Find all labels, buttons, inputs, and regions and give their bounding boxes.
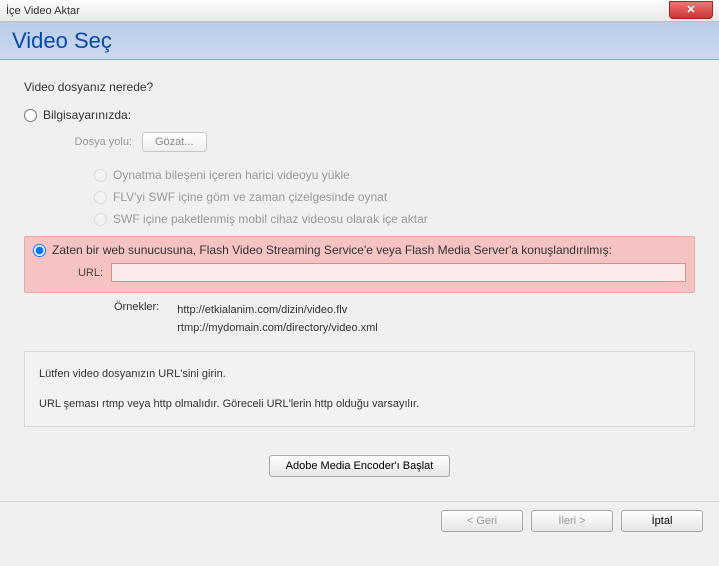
radio-sub-a-label: Oynatma bileşeni içeren harici videoyu y… [113,168,350,182]
page-title: Video Seç [12,28,112,54]
content-area: Video dosyanız nerede? Bilgisayarınızda:… [0,60,719,540]
radio-sub-a: Oynatma bileşeni içeren harici videoyu y… [94,168,695,182]
sub-options: Oynatma bileşeni içeren harici videoyu y… [94,168,695,226]
examples-label: Örnekler: [114,301,159,337]
radio-sub-b: FLV'yi SWF içine göm ve zaman çizelgesin… [94,190,695,204]
url-row: URL: [69,263,686,282]
example-1: http://etkialanim.com/dizin/video.flv [177,301,378,319]
browse-button[interactable]: Gözat... [142,132,207,152]
encoder-row: Adobe Media Encoder'ı Başlat [24,455,695,477]
deployed-option-box: Zaten bir web sunucusuna, Flash Video St… [24,236,695,293]
back-button[interactable]: < Geri [441,510,523,532]
radio-on-computer-input[interactable] [24,109,37,122]
radio-sub-b-input [94,191,107,204]
radio-on-computer-label: Bilgisayarınızda: [43,108,131,122]
radio-deployed[interactable]: Zaten bir web sunucusuna, Flash Video St… [33,243,686,257]
radio-sub-c-label: SWF içine paketlenmiş mobil cihaz videos… [113,212,428,226]
radio-deployed-input[interactable] [33,244,46,257]
close-icon: ✕ [686,3,695,16]
radio-deployed-label: Zaten bir web sunucusuna, Flash Video St… [52,243,612,257]
radio-on-computer[interactable]: Bilgisayarınızda: [24,108,695,122]
wizard-header: Video Seç [0,22,719,60]
file-path-row: Dosya yolu: Gözat... [70,132,695,152]
question-label: Video dosyanız nerede? [24,80,695,94]
url-input[interactable] [111,263,686,282]
examples-list: http://etkialanim.com/dizin/video.flv rt… [177,301,378,337]
radio-sub-c: SWF içine paketlenmiş mobil cihaz videos… [94,212,695,226]
next-button[interactable]: İleri > [531,510,613,532]
window-title: İçe Video Aktar [6,5,80,17]
url-label: URL: [69,267,103,279]
titlebar: İçe Video Aktar ✕ [0,0,719,22]
launch-encoder-button[interactable]: Adobe Media Encoder'ı Başlat [269,455,451,477]
info-box: Lütfen video dosyanızın URL'sini girin. … [24,351,695,427]
radio-sub-a-input [94,169,107,182]
examples: Örnekler: http://etkialanim.com/dizin/vi… [114,301,695,337]
info-line-2: URL şeması rtmp veya http olmalıdır. Gör… [39,396,680,412]
file-path-label: Dosya yolu: [70,136,132,148]
radio-sub-c-input [94,213,107,226]
radio-sub-b-label: FLV'yi SWF içine göm ve zaman çizelgesin… [113,190,387,204]
example-2: rtmp://mydomain.com/directory/video.xml [177,319,378,337]
cancel-button[interactable]: İptal [621,510,703,532]
info-line-1: Lütfen video dosyanızın URL'sini girin. [39,366,680,382]
wizard-footer: < Geri İleri > İptal [0,501,719,540]
close-button[interactable]: ✕ [669,1,713,19]
